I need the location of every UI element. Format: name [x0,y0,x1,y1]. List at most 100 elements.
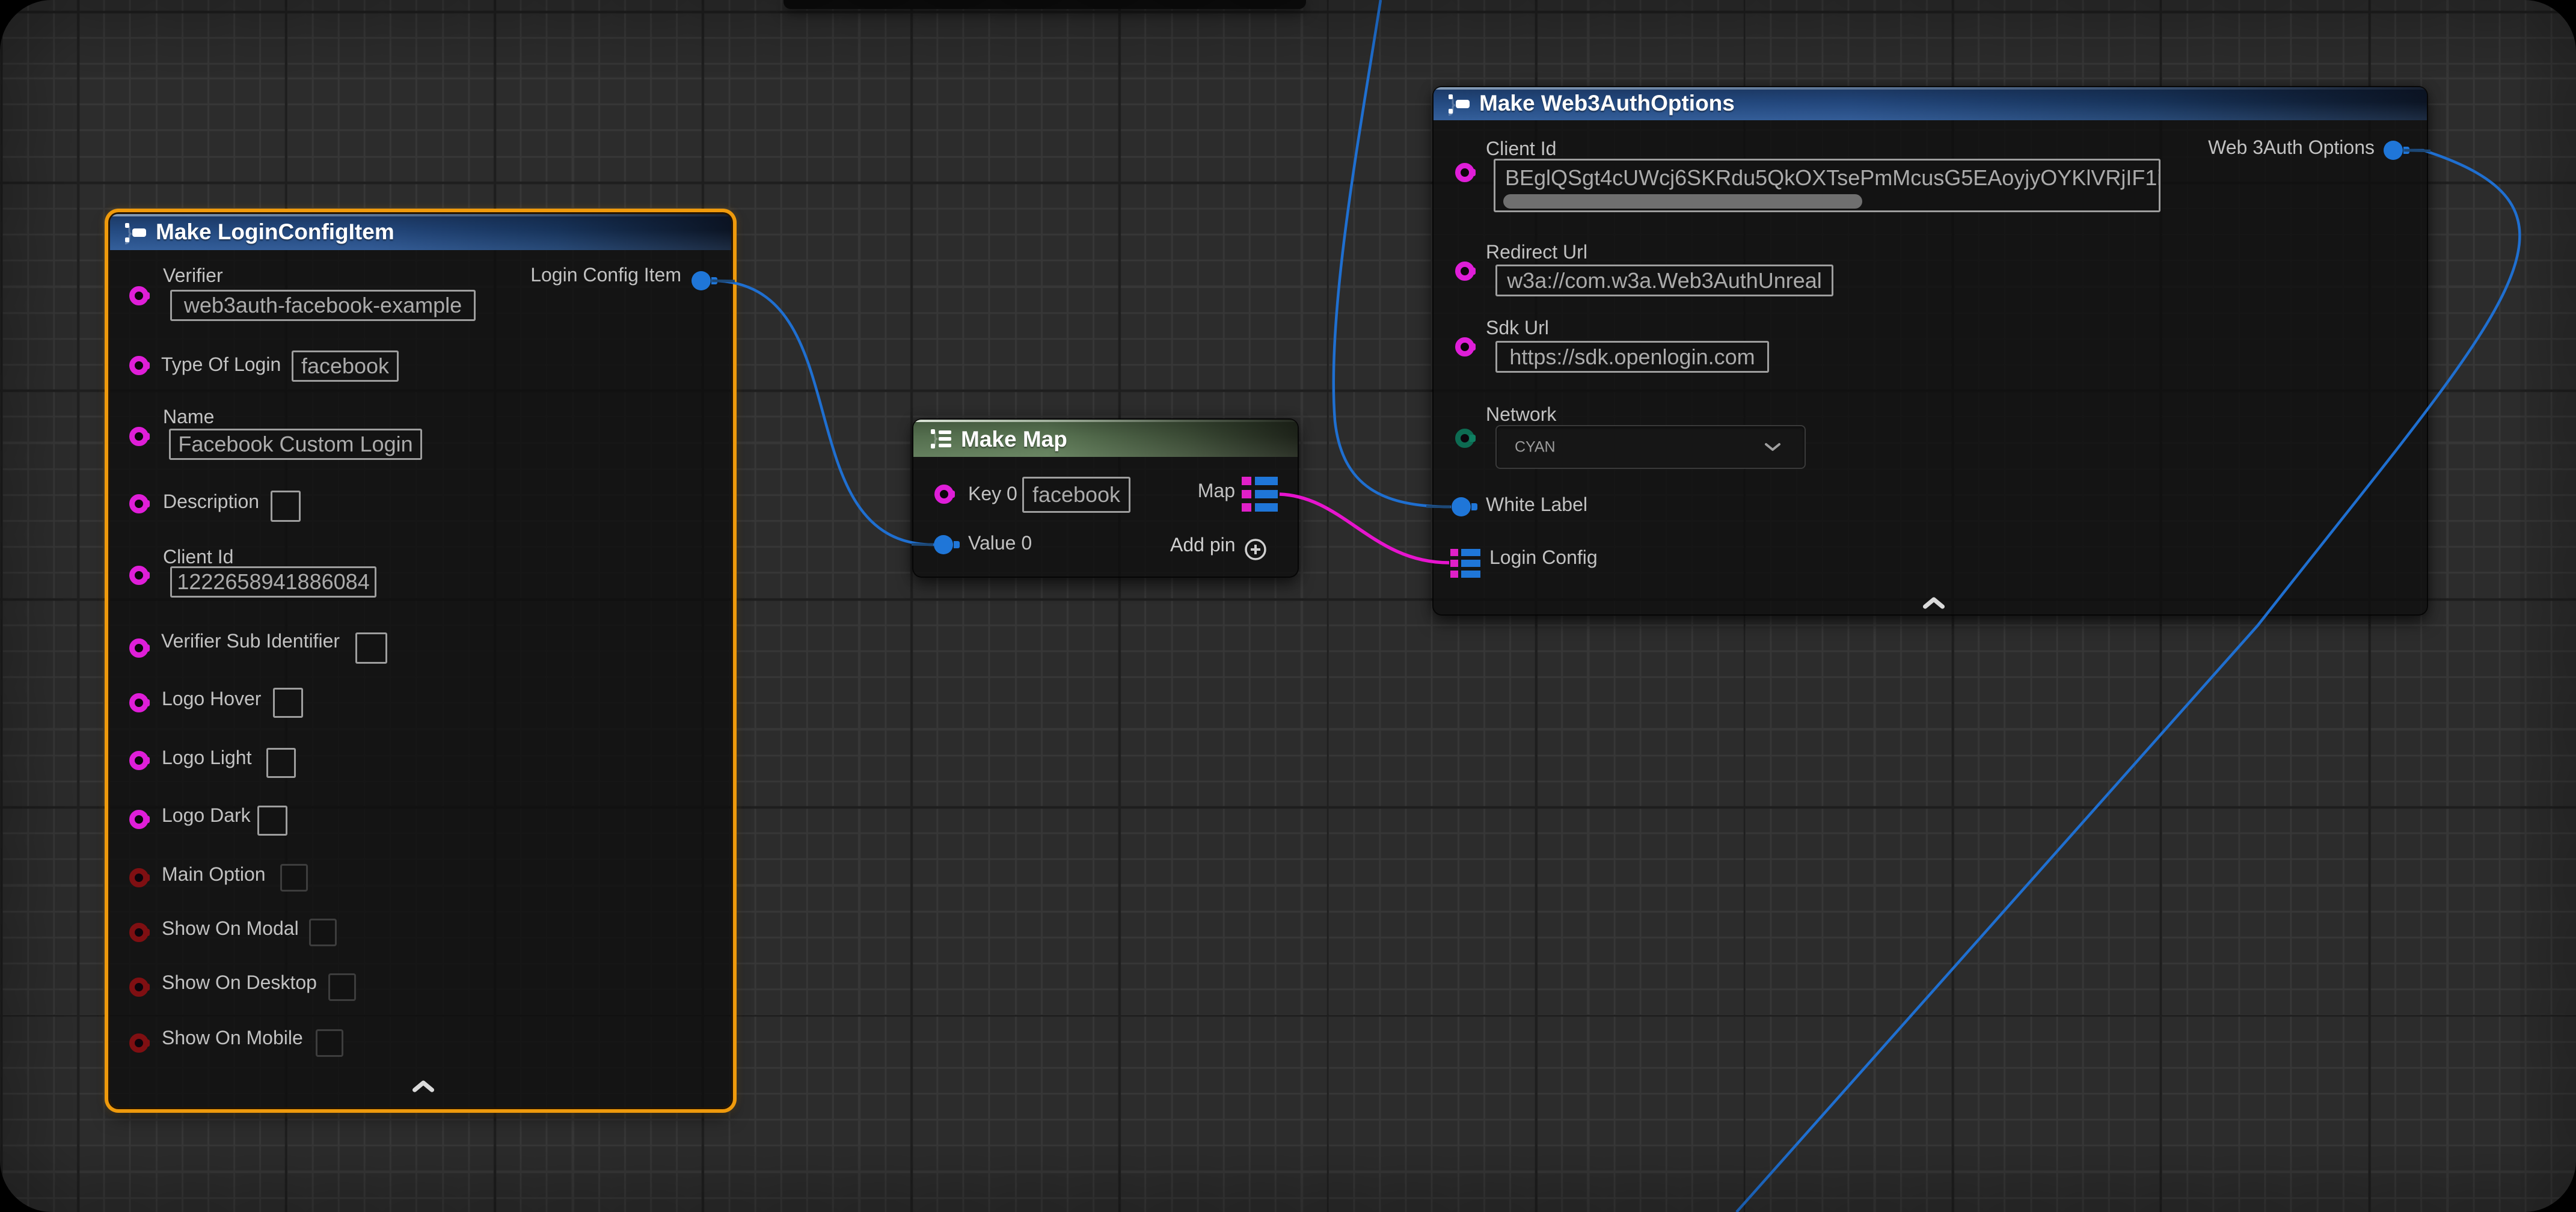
output-pin-map[interactable] [1242,476,1279,513]
header-highlight [913,420,1298,422]
add-pin-icon[interactable] [1243,537,1268,562]
collapse-chevron-icon[interactable] [412,1080,434,1093]
network-dropdown[interactable]: CYAN [1495,425,1806,469]
input-pin-show-on-desktop[interactable] [129,978,149,997]
pin-nub [949,491,955,498]
pin-label-show-on-desktop: Show On Desktop [162,973,317,992]
name-input[interactable]: Facebook Custom Login [169,429,422,460]
pin-nub [1471,503,1477,510]
collapse-chevron-icon[interactable] [1923,596,1945,610]
logo-hover-input[interactable] [273,688,303,718]
pin-label-verifier-sub-identifier: Verifier Sub Identifier [161,631,340,650]
input-pin-logo-hover[interactable] [129,693,149,712]
output-pin-web3auth-options[interactable] [2384,141,2403,160]
wire-map-to-loginconfig[interactable] [1280,494,1449,563]
pin-label-client-id: Client Id [1486,139,1556,158]
input-pin-redirect-url[interactable] [1455,262,1474,281]
input-pin-main-option[interactable] [129,868,149,887]
pin-label-map: Map [1198,481,1235,500]
input-pin-description[interactable] [129,494,149,513]
header-highlight [110,214,731,216]
add-pin-label[interactable]: Add pin [1170,535,1236,554]
input-pin-network[interactable] [1455,429,1474,448]
input-pin-sdk-url[interactable] [1455,337,1474,357]
pin-nub [144,572,150,579]
input-pin-login-config[interactable] [1450,548,1480,578]
main-option-checkbox[interactable] [280,864,308,892]
output-pin-login-config-item[interactable] [692,271,711,290]
pin-nub [2403,147,2409,154]
logo-dark-input[interactable] [257,806,287,836]
verifier-sub-identifier-input[interactable] [355,632,387,664]
input-pin-verifier-sub-identifier[interactable] [129,638,149,658]
pin-nub [144,292,150,299]
pin-label-network: Network [1486,405,1556,424]
pin-nub [144,929,150,936]
client-id-scrollbar[interactable] [1503,194,1862,209]
pin-nub [1470,169,1476,176]
offscreen-node-edge [784,0,1306,9]
pin-nub [1470,343,1476,350]
pin-label-redirect-url: Redirect Url [1486,242,1587,262]
node-title: Make Web3AuthOptions [1479,91,1735,116]
show-on-modal-checkbox[interactable] [309,919,337,946]
pin-nub [144,644,150,652]
pin-label-show-on-modal: Show On Modal [162,919,299,938]
redirect-url-input[interactable]: w3a://com.w3a.Web3AuthUnreal [1495,265,1833,296]
blueprint-graph-canvas[interactable]: Make LoginConfigItem Login Config Item V… [0,0,2576,1212]
wire-loginconfigitem-to-value0[interactable] [712,281,934,545]
network-dropdown-value: CYAN [1515,438,1556,456]
pin-nub [144,433,150,440]
sdk-url-input[interactable]: https://sdk.openlogin.com [1495,341,1769,373]
pin-label-name: Name [163,407,214,426]
make-map-icon [929,427,954,450]
pin-label-login-config-item: Login Config Item [530,265,681,284]
pin-label-sdk-url: Sdk Url [1486,318,1549,337]
type-of-login-input[interactable]: facebook [292,350,399,382]
input-pin-show-on-modal[interactable] [129,923,149,942]
pin-nub [144,874,150,881]
input-pin-client-id[interactable] [129,566,149,585]
input-pin-client-id[interactable] [1455,163,1474,182]
pin-label-key-0: Key 0 [968,484,1017,503]
pin-nub [144,984,150,991]
input-pin-name[interactable] [129,427,149,446]
pin-nub [144,816,150,823]
node-make-web3authoptions[interactable]: Make Web3AuthOptions Web 3Auth Options C… [1434,87,2427,614]
chevron-down-icon [1764,442,1782,453]
logo-light-input[interactable] [266,748,296,778]
input-pin-key-0[interactable] [934,485,954,504]
header-highlight [1434,87,2427,90]
pin-nub [144,362,150,369]
pin-label-verifier: Verifier [163,266,223,285]
make-struct-icon [1447,92,1472,116]
node-make-map[interactable]: Make Map Key 0 facebook Map Value 0 Add … [913,420,1298,577]
input-pin-value-0[interactable] [934,535,953,554]
pin-nub [144,1039,150,1047]
node-title: Make LoginConfigItem [156,219,394,245]
input-pin-show-on-mobile[interactable] [129,1033,149,1053]
node-header[interactable]: Make Web3AuthOptions [1434,87,2427,120]
pin-nub [1470,268,1476,275]
node-make-loginconfigitem[interactable]: Make LoginConfigItem Login Config Item V… [110,214,731,1107]
node-header[interactable]: Make Map [913,420,1298,457]
pin-label-logo-light: Logo Light [162,748,251,767]
pin-label-value-0: Value 0 [968,533,1032,552]
input-pin-verifier[interactable] [129,286,149,305]
node-header[interactable]: Make LoginConfigItem [110,214,731,250]
show-on-mobile-checkbox[interactable] [316,1029,343,1057]
input-pin-logo-light[interactable] [129,751,149,770]
pin-nub [954,541,960,548]
input-pin-logo-dark[interactable] [129,810,149,829]
pin-nub [1470,435,1476,442]
input-pin-white-label[interactable] [1452,497,1471,516]
node-title: Make Map [961,427,1067,452]
pin-label-login-config: Login Config [1489,548,1598,567]
client-id-input[interactable]: 1222658941886084 [170,566,376,598]
show-on-desktop-checkbox[interactable] [328,973,356,1001]
input-pin-type-of-login[interactable] [129,356,149,375]
description-input[interactable] [271,491,301,522]
key-0-input[interactable]: facebook [1022,477,1130,513]
verifier-input[interactable]: web3auth-facebook-example [170,290,476,321]
make-struct-icon [123,221,149,245]
